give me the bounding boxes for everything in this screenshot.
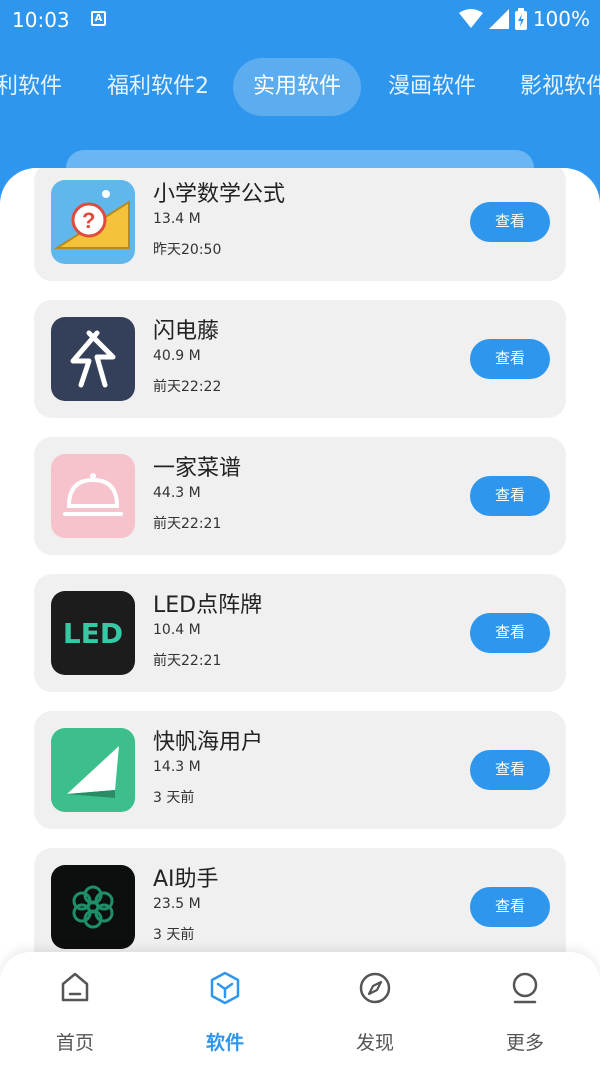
compass-icon xyxy=(359,972,391,1004)
view-button[interactable]: 查看 xyxy=(470,887,550,927)
nav-discover[interactable]: 发现 xyxy=(335,970,415,1055)
lightning-icon xyxy=(51,317,135,401)
view-button[interactable]: 查看 xyxy=(470,750,550,790)
nav-software[interactable]: 软件 xyxy=(185,970,265,1055)
battery-text: 100% xyxy=(532,7,590,31)
bottom-nav: 首页 软件 发现 更多 xyxy=(0,952,600,1065)
status-right: 100% xyxy=(458,7,590,31)
signal-icon xyxy=(488,9,509,29)
app-list: ? 小学数学公式 13.4 M 昨天20:50 查看 闪电藤 40.9 M 前天… xyxy=(0,168,600,1065)
status-time: 10:03 xyxy=(12,8,70,32)
app-size: 13.4 M xyxy=(153,211,201,227)
app-date: 3 天前 xyxy=(153,790,195,806)
view-button[interactable]: 查看 xyxy=(470,339,550,379)
nav-label: 软件 xyxy=(205,1032,244,1054)
box-icon xyxy=(210,971,240,1005)
list-item[interactable]: 一家菜谱 44.3 M 前天22:21 查看 xyxy=(34,437,566,555)
tab-video-software[interactable]: 影视软件 xyxy=(520,58,600,116)
app-date: 昨天20:50 xyxy=(153,242,222,258)
tab-welfare-software[interactable]: 利软件 xyxy=(0,58,62,116)
view-button[interactable]: 查看 xyxy=(470,202,550,242)
food-cover-icon xyxy=(51,454,135,538)
app-name: 闪电藤 xyxy=(153,319,220,344)
list-item[interactable]: 闪电藤 40.9 M 前天22:22 查看 xyxy=(34,300,566,418)
app-name: LED点阵牌 xyxy=(153,593,263,618)
notification-icon: A xyxy=(91,11,106,26)
category-tabs: 利软件 福利软件2 实用软件 漫画软件 影视软件 xyxy=(0,58,600,116)
app-date: 前天22:21 xyxy=(153,516,222,532)
wifi-icon xyxy=(458,9,483,28)
app-name: 一家菜谱 xyxy=(153,456,242,481)
app-size: 44.3 M xyxy=(153,485,201,501)
nav-label: 发现 xyxy=(355,1032,394,1054)
status-bar: 10:03 A 100% xyxy=(0,0,600,40)
led-icon: LED xyxy=(51,591,135,675)
tab-comic-software[interactable]: 漫画软件 xyxy=(388,58,476,116)
app-name: 快帆海用户 xyxy=(153,730,264,755)
svg-text:?: ? xyxy=(82,208,95,233)
ai-flower-icon xyxy=(51,865,135,949)
nav-label: 首页 xyxy=(55,1032,94,1054)
view-button[interactable]: 查看 xyxy=(470,613,550,653)
user-icon xyxy=(512,972,538,1004)
list-item[interactable]: 快帆海用户 14.3 M 3 天前 查看 xyxy=(34,711,566,829)
tab-welfare-software-2[interactable]: 福利软件2 xyxy=(107,58,209,116)
sail-icon xyxy=(51,728,135,812)
app-size: 40.9 M xyxy=(153,348,201,364)
battery-icon xyxy=(514,8,527,30)
led-icon-text: LED xyxy=(63,617,123,650)
app-size: 23.5 M xyxy=(153,896,201,912)
list-item[interactable]: AI助手 23.5 M 3 天前 查看 xyxy=(34,848,566,966)
nav-label: 更多 xyxy=(505,1032,544,1054)
home-icon xyxy=(61,972,89,1002)
math-ruler-icon: ? xyxy=(51,180,135,264)
view-button[interactable]: 查看 xyxy=(470,476,550,516)
list-item[interactable]: LED LED点阵牌 10.4 M 前天22:21 查看 xyxy=(34,574,566,692)
app-date: 前天22:21 xyxy=(153,653,222,669)
app-name: 小学数学公式 xyxy=(153,182,286,207)
nav-more[interactable]: 更多 xyxy=(485,970,565,1055)
tab-utility-software[interactable]: 实用软件 xyxy=(233,58,362,116)
app-size: 14.3 M xyxy=(153,759,201,775)
app-size: 10.4 M xyxy=(153,622,201,638)
app-name: AI助手 xyxy=(153,867,219,892)
app-date: 前天22:22 xyxy=(153,379,222,395)
list-item[interactable]: ? 小学数学公式 13.4 M 昨天20:50 查看 xyxy=(34,168,566,281)
app-date: 3 天前 xyxy=(153,927,195,943)
nav-home[interactable]: 首页 xyxy=(35,970,115,1055)
